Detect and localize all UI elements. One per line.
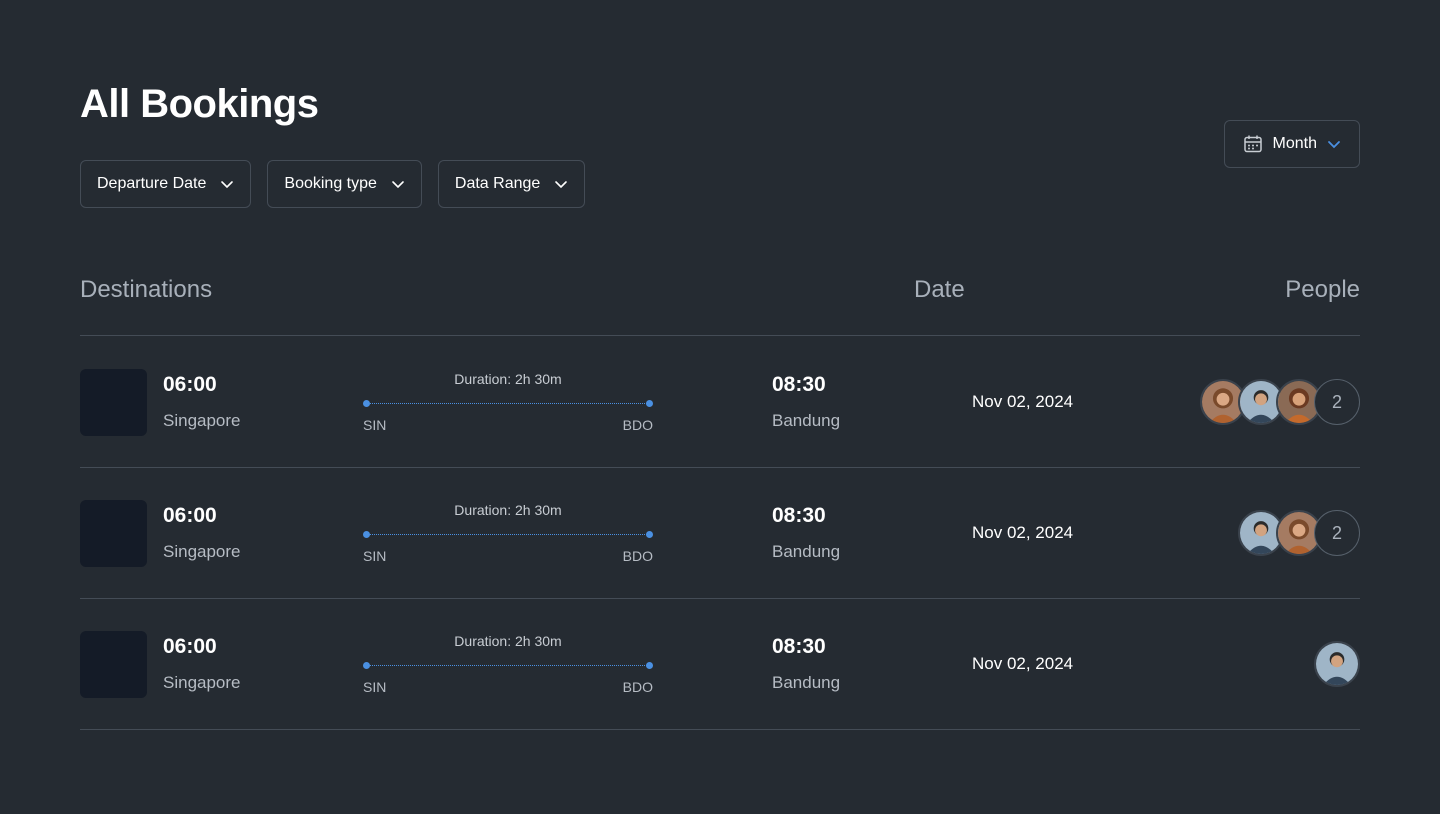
- departure-city: Singapore: [163, 542, 241, 561]
- route-line: [367, 403, 649, 404]
- route-start-dot: [363, 400, 370, 407]
- arrival-time: 08:30: [772, 635, 826, 658]
- flight-duration: Duration: 2h 30m: [454, 633, 562, 649]
- departure-code: SIN: [363, 548, 387, 564]
- route-start-dot: [363, 531, 370, 538]
- departure-city: Singapore: [163, 411, 241, 430]
- filter-label: Data Range: [454, 175, 541, 192]
- route-end-dot: [646, 531, 653, 538]
- man-avatar: [1314, 641, 1360, 687]
- chevron-down-icon: [221, 181, 234, 189]
- table-header: Destinations Date People: [80, 270, 1360, 336]
- arrival-city: Bandung: [772, 411, 841, 430]
- period-label: Month: [1272, 135, 1317, 152]
- destination-thumbnail: [80, 500, 147, 567]
- arrival-code: BDO: [622, 679, 653, 695]
- booking-date: Nov 02, 2024: [972, 654, 1074, 673]
- departure-code: SIN: [363, 679, 387, 695]
- people-group[interactable]: [1314, 641, 1360, 687]
- departure-city: Singapore: [163, 673, 241, 692]
- route-end-dot: [646, 662, 653, 669]
- booking-date: Nov 02, 2024: [972, 392, 1074, 411]
- chevron-down-icon: [392, 181, 404, 189]
- calendar-icon: [1243, 135, 1262, 153]
- arrival-code: BDO: [622, 548, 653, 564]
- page-title: All Bookings: [80, 82, 319, 126]
- departure-date-filter[interactable]: Departure Date: [80, 160, 252, 208]
- route-timeline: Duration: 2h 30m SIN BDO: [363, 633, 653, 703]
- filter-bar: Departure Date Booking type Data Range: [80, 160, 586, 208]
- extra-people-count: 2: [1314, 510, 1360, 556]
- column-destinations: Destinations: [80, 276, 213, 303]
- column-people: People: [1285, 276, 1360, 303]
- route-timeline: Duration: 2h 30m SIN BDO: [363, 502, 653, 572]
- departure-time: 06:00: [163, 373, 217, 396]
- chevron-down-icon: [1328, 141, 1340, 149]
- filter-label: Departure Date: [97, 175, 207, 192]
- destination-thumbnail: [80, 631, 147, 698]
- arrival-time: 08:30: [772, 504, 826, 527]
- booking-row[interactable]: 06:00 Singapore Duration: 2h 30m SIN BDO…: [80, 599, 1360, 730]
- flight-duration: Duration: 2h 30m: [454, 371, 562, 387]
- arrival-code: BDO: [622, 417, 653, 433]
- people-group[interactable]: 2: [1200, 379, 1360, 425]
- route-timeline: Duration: 2h 30m SIN BDO: [363, 371, 653, 441]
- route-end-dot: [646, 400, 653, 407]
- route-line: [367, 665, 649, 666]
- departure-time: 06:00: [163, 635, 217, 658]
- booking-row[interactable]: 06:00 Singapore Duration: 2h 30m SIN BDO…: [80, 337, 1360, 468]
- bookings-page: All Bookings Departure Date Booking type…: [0, 0, 1440, 814]
- booking-date: Nov 02, 2024: [972, 523, 1074, 542]
- booking-row[interactable]: 06:00 Singapore Duration: 2h 30m SIN BDO…: [80, 468, 1360, 599]
- period-select[interactable]: Month: [1223, 120, 1360, 168]
- departure-code: SIN: [363, 417, 387, 433]
- route-line: [367, 534, 649, 535]
- column-date: Date: [914, 276, 965, 303]
- filter-label: Booking type: [284, 175, 377, 192]
- route-start-dot: [363, 662, 370, 669]
- destination-thumbnail: [80, 369, 147, 436]
- departure-time: 06:00: [163, 504, 217, 527]
- booking-type-filter[interactable]: Booking type: [267, 160, 422, 208]
- data-range-filter[interactable]: Data Range: [437, 160, 586, 208]
- arrival-city: Bandung: [772, 673, 841, 692]
- chevron-down-icon: [555, 181, 568, 189]
- flight-duration: Duration: 2h 30m: [454, 502, 562, 518]
- people-group[interactable]: 2: [1238, 510, 1360, 556]
- bookings-list: 06:00 Singapore Duration: 2h 30m SIN BDO…: [80, 337, 1360, 730]
- arrival-time: 08:30: [772, 373, 826, 396]
- extra-people-count: 2: [1314, 379, 1360, 425]
- arrival-city: Bandung: [772, 542, 841, 561]
